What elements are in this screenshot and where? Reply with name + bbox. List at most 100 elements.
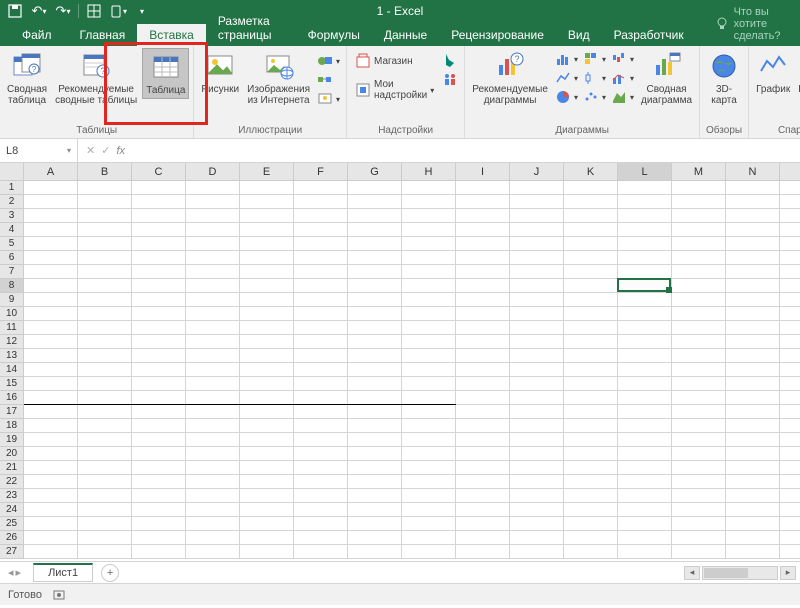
cell[interactable] <box>294 419 348 433</box>
cancel-formula-icon[interactable]: ✕ <box>86 144 95 157</box>
shapes-button[interactable]: ▾ <box>315 52 342 70</box>
cell[interactable] <box>726 251 780 265</box>
cell[interactable] <box>132 293 186 307</box>
cell[interactable] <box>24 363 78 377</box>
row-header[interactable]: 24 <box>0 503 24 517</box>
chart-hierarchy-button[interactable]: ▾ <box>581 50 608 68</box>
cell[interactable] <box>456 307 510 321</box>
cell[interactable] <box>186 349 240 363</box>
cell[interactable] <box>294 377 348 391</box>
screenshot-button[interactable]: ▾ <box>315 90 342 108</box>
cell[interactable] <box>132 251 186 265</box>
cell[interactable] <box>402 447 456 461</box>
cell[interactable] <box>186 433 240 447</box>
cell[interactable] <box>402 377 456 391</box>
cell[interactable] <box>240 405 294 419</box>
cell[interactable] <box>726 363 780 377</box>
cell[interactable] <box>132 209 186 223</box>
cell[interactable] <box>564 321 618 335</box>
cell[interactable] <box>672 265 726 279</box>
cell[interactable] <box>510 475 564 489</box>
cell[interactable] <box>186 531 240 545</box>
cell[interactable] <box>780 237 800 251</box>
cell[interactable] <box>402 307 456 321</box>
cell[interactable] <box>24 433 78 447</box>
fx-icon[interactable]: fx <box>116 145 125 157</box>
cell[interactable] <box>672 349 726 363</box>
cell[interactable] <box>186 363 240 377</box>
cell[interactable] <box>186 475 240 489</box>
row-header[interactable]: 8 <box>0 279 24 293</box>
cell[interactable] <box>24 195 78 209</box>
cell[interactable] <box>402 195 456 209</box>
cell[interactable] <box>564 475 618 489</box>
cell[interactable] <box>24 209 78 223</box>
cell[interactable] <box>132 237 186 251</box>
pivot-chart-button[interactable]: Сводная диаграмма <box>638 48 695 108</box>
cell[interactable] <box>456 209 510 223</box>
cell[interactable] <box>186 391 240 405</box>
cell[interactable] <box>132 223 186 237</box>
row-header[interactable]: 18 <box>0 419 24 433</box>
cell[interactable] <box>78 489 132 503</box>
cell[interactable] <box>456 237 510 251</box>
cell[interactable] <box>132 195 186 209</box>
cell[interactable] <box>726 461 780 475</box>
cell[interactable] <box>348 209 402 223</box>
cell[interactable] <box>186 195 240 209</box>
cell[interactable] <box>348 475 402 489</box>
cell[interactable] <box>132 461 186 475</box>
scroll-left-icon[interactable]: ◂ <box>684 566 700 580</box>
cell[interactable] <box>456 279 510 293</box>
row-header[interactable]: 13 <box>0 349 24 363</box>
cell[interactable] <box>780 377 800 391</box>
cell[interactable] <box>402 363 456 377</box>
cell[interactable] <box>24 405 78 419</box>
cell[interactable] <box>780 391 800 405</box>
cell[interactable] <box>618 237 672 251</box>
cell[interactable] <box>510 251 564 265</box>
cell[interactable] <box>780 405 800 419</box>
cell[interactable] <box>564 391 618 405</box>
cell[interactable] <box>24 265 78 279</box>
cell[interactable] <box>240 433 294 447</box>
cell[interactable] <box>618 363 672 377</box>
row-header[interactable]: 16 <box>0 391 24 405</box>
cell[interactable] <box>564 293 618 307</box>
column-header[interactable]: G <box>348 163 402 181</box>
cell[interactable] <box>726 279 780 293</box>
cell[interactable] <box>402 349 456 363</box>
cell[interactable] <box>348 279 402 293</box>
cell[interactable] <box>294 251 348 265</box>
cell[interactable] <box>456 335 510 349</box>
cell[interactable] <box>294 209 348 223</box>
cell[interactable] <box>618 209 672 223</box>
cell[interactable] <box>78 377 132 391</box>
cell[interactable] <box>618 195 672 209</box>
cell[interactable] <box>348 293 402 307</box>
cell[interactable] <box>672 321 726 335</box>
column-header[interactable]: L <box>618 163 672 181</box>
cell[interactable] <box>294 307 348 321</box>
cell[interactable] <box>618 251 672 265</box>
scroll-thumb[interactable] <box>704 568 748 578</box>
cell[interactable] <box>186 503 240 517</box>
column-header[interactable]: H <box>402 163 456 181</box>
cell[interactable] <box>78 503 132 517</box>
cell[interactable] <box>456 447 510 461</box>
cell[interactable] <box>240 265 294 279</box>
cell[interactable] <box>618 377 672 391</box>
cell[interactable] <box>78 321 132 335</box>
cell[interactable] <box>186 419 240 433</box>
cell[interactable] <box>240 349 294 363</box>
row-header[interactable]: 14 <box>0 363 24 377</box>
select-all-corner[interactable] <box>0 163 24 181</box>
cell[interactable] <box>294 321 348 335</box>
cell[interactable] <box>132 279 186 293</box>
cell[interactable] <box>780 321 800 335</box>
cell[interactable] <box>672 237 726 251</box>
cell[interactable] <box>240 531 294 545</box>
cell[interactable] <box>780 489 800 503</box>
cell[interactable] <box>78 307 132 321</box>
row-header[interactable]: 26 <box>0 531 24 545</box>
